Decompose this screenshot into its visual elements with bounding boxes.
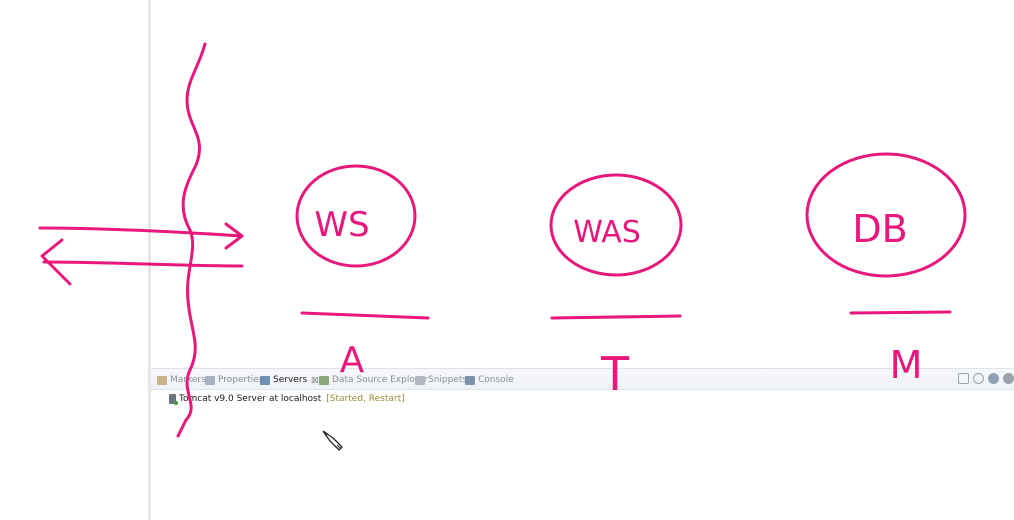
ws-node: WS A — [295, 164, 430, 381]
db-label: DB — [852, 207, 907, 251]
tab-label: Console — [478, 375, 514, 385]
tab-snippets[interactable]: Snippets — [415, 372, 467, 388]
tab-label: Snippets — [428, 375, 468, 385]
data-source-explorer-icon — [319, 375, 329, 385]
run-icon[interactable] — [988, 373, 999, 384]
minimize-icon[interactable] — [958, 373, 969, 384]
view-toolbar — [958, 373, 1014, 384]
was-circle — [549, 173, 683, 277]
tab-label: Properties — [218, 375, 264, 385]
tab-properties[interactable]: Properties — [205, 372, 263, 388]
server-icon — [169, 394, 178, 405]
db-underline — [849, 310, 952, 315]
db-node: DB M — [805, 152, 967, 387]
ws-label: WS — [314, 205, 369, 245]
close-icon[interactable]: ☒ — [311, 376, 318, 385]
snippets-icon — [415, 375, 425, 385]
tab-label: Data Source Explorer — [332, 375, 428, 385]
server-entry[interactable]: Tomcat v9.0 Server at localhost [Started… — [169, 392, 405, 406]
markers-icon — [157, 375, 167, 385]
ws-circle — [295, 164, 417, 268]
was-underline — [550, 314, 682, 320]
console-icon — [465, 375, 475, 385]
db-circle — [805, 152, 967, 278]
view-tab-bar: Markers Properties Servers ☒ Data Source… — [151, 368, 1014, 390]
pen-cursor-icon — [322, 430, 343, 451]
stop-icon[interactable] — [1003, 373, 1014, 384]
properties-icon — [205, 375, 215, 385]
tab-label: Markers — [170, 375, 206, 385]
tab-markers[interactable]: Markers — [157, 372, 206, 388]
settings-icon[interactable] — [973, 373, 984, 384]
tab-label: Servers — [273, 375, 308, 385]
server-name: Tomcat v9.0 Server at localhost — [179, 394, 322, 404]
server-status: [Started, Restart] — [326, 394, 405, 404]
tab-console[interactable]: Console — [465, 372, 514, 388]
left-gutter — [0, 0, 149, 520]
tab-servers[interactable]: Servers ☒ — [260, 372, 318, 388]
ws-underline — [300, 311, 430, 320]
was-label: WAS — [573, 215, 641, 250]
tab-data-source-explorer[interactable]: Data Source Explorer — [319, 372, 428, 388]
servers-icon — [260, 375, 270, 385]
servers-view: Markers Properties Servers ☒ Data Source… — [151, 368, 1014, 520]
